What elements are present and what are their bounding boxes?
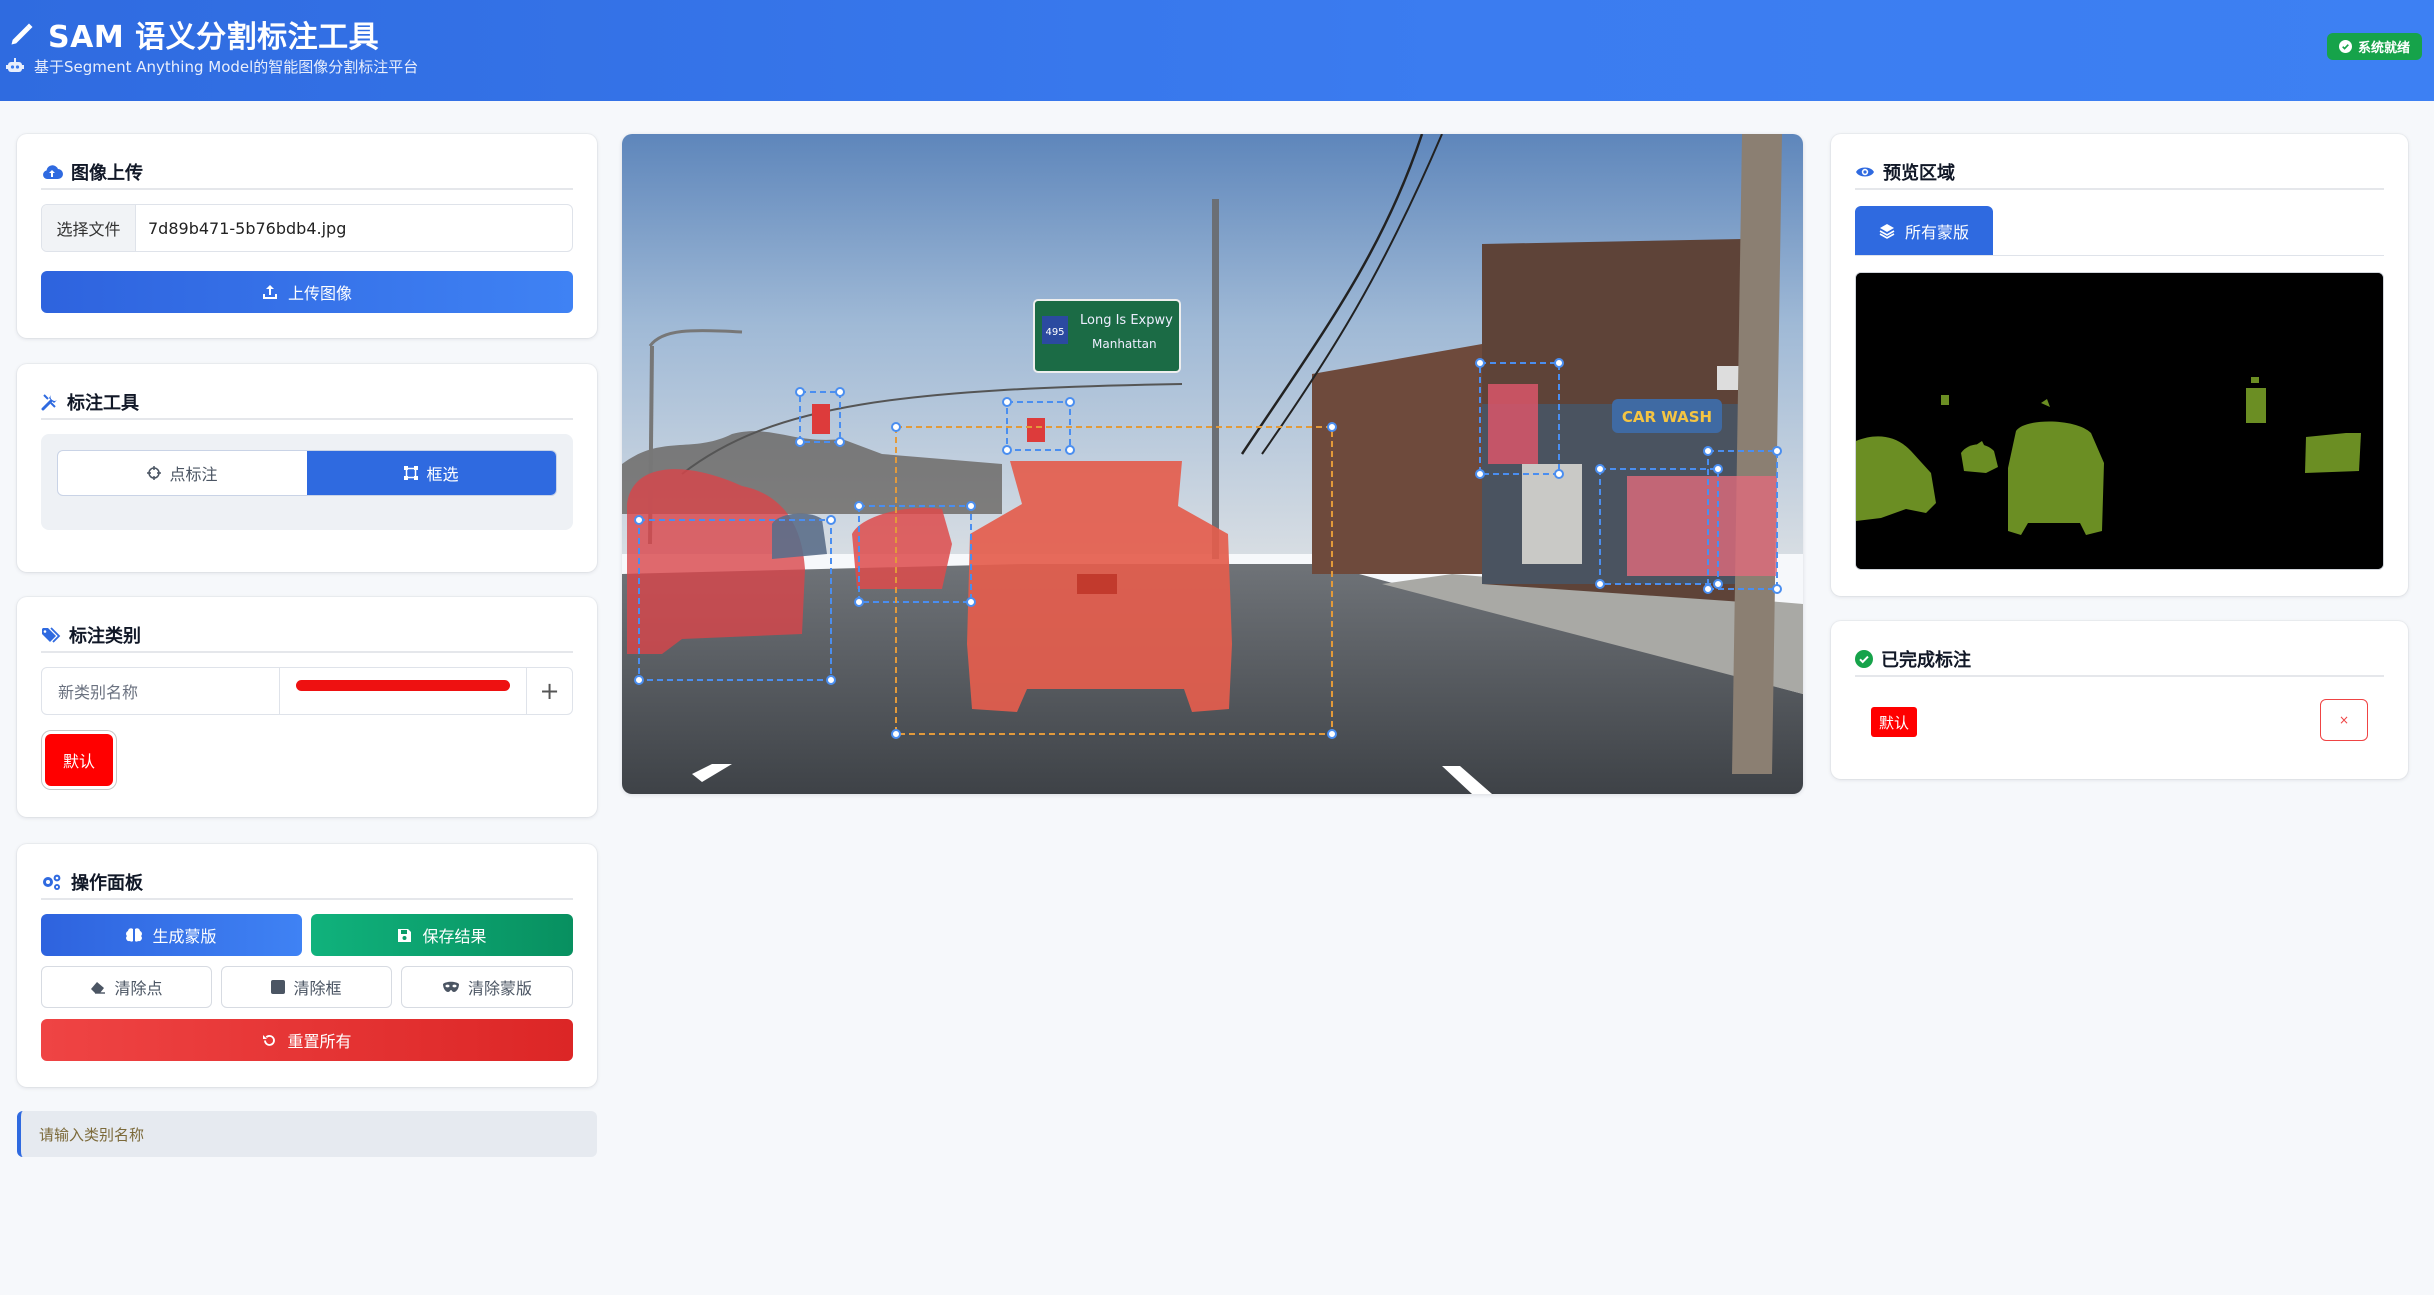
add-category-button[interactable]: + (526, 668, 572, 714)
dumpster-mask (1627, 476, 1777, 576)
car-wash-sign-text: CAR WASH (1622, 408, 1712, 426)
completed-title-text: 已完成标注 (1881, 650, 1971, 671)
app-header: SAM 语义分割标注工具 基于Segment Anything Model的智能… (0, 0, 2434, 101)
tools-icon (41, 393, 59, 411)
point-tool-button[interactable]: 点标注 (58, 451, 307, 495)
mask-preview-image (1856, 273, 2383, 569)
status-text: 系统就绪 (2357, 41, 2410, 56)
clear-points-button[interactable]: 清除点 (41, 966, 212, 1008)
tool-segmented-control: 点标注 框选 (57, 450, 557, 496)
traffic-light-mask-1 (812, 404, 830, 434)
box-tool-button[interactable]: 框选 (307, 451, 556, 495)
app-subtitle: 基于Segment Anything Model的智能图像分割标注平台 (6, 56, 418, 76)
tab-underline (1855, 255, 2384, 256)
hint-message: 请输入类别名称 (17, 1111, 597, 1157)
canvas-scene[interactable]: CAR WASH 495 Long Is Expwy Manhattan (622, 134, 1803, 794)
clear-points-label: 清除点 (114, 979, 163, 998)
category-tag-default[interactable]: 默认 (45, 734, 113, 786)
completed-card-title: 已完成标注 (1855, 643, 2384, 677)
completed-item-tag: 默认 (1871, 707, 1917, 737)
layers-icon (1879, 223, 1895, 239)
upload-image-button[interactable]: 上传图像 (41, 271, 573, 313)
upload-button-label: 上传图像 (287, 284, 352, 303)
garage-door (1522, 464, 1582, 564)
brain-icon (126, 927, 143, 943)
sign-text-line1: Long Is Expwy (1080, 313, 1173, 328)
preview-title-text: 预览区域 (1883, 163, 1955, 184)
save-result-label: 保存结果 (422, 927, 487, 946)
building-left-wall (1312, 344, 1482, 574)
traffic-light-mask-2 (1027, 418, 1045, 442)
file-name-display: 7d89b471-5b76bdb4.jpg (148, 218, 347, 238)
eraser-icon (90, 980, 106, 994)
category-title-text: 标注类别 (69, 626, 141, 647)
tab-all-masks-label: 所有蒙版 (1905, 223, 1970, 242)
tags-icon (41, 627, 61, 643)
cloud-upload-icon (41, 163, 63, 181)
tools-card-title: 标注工具 (41, 386, 573, 420)
mask-icon (442, 981, 460, 993)
completed-card: 已完成标注 默认 × (1831, 621, 2408, 779)
eye-icon (1855, 165, 1875, 179)
signal-pole (1212, 199, 1219, 559)
sign-text-line2: Manhattan (1092, 337, 1157, 351)
choose-file-button[interactable]: 选择文件 (42, 205, 136, 251)
reset-all-button[interactable]: 重置所有 (41, 1019, 573, 1061)
app-title-text: SAM 语义分割标注工具 (48, 20, 380, 55)
app-title: SAM 语义分割标注工具 (8, 14, 380, 55)
point-tool-label: 点标注 (169, 465, 218, 484)
box-tool-label: 框选 (426, 465, 459, 484)
pencil-icon (8, 20, 36, 48)
vector-square-icon (404, 466, 419, 480)
generate-mask-label: 生成蒙版 (152, 927, 217, 946)
clear-boxes-label: 清除框 (293, 979, 342, 998)
reset-all-label: 重置所有 (287, 1032, 352, 1051)
robot-icon (6, 58, 24, 74)
upload-title-text: 图像上传 (71, 163, 143, 184)
clear-boxes-button[interactable]: 清除框 (221, 966, 392, 1008)
tool-selector: 点标注 框选 (41, 434, 573, 530)
file-input[interactable]: 选择文件 7d89b471-5b76bdb4.jpg (41, 204, 573, 252)
route-number: 495 (1045, 327, 1064, 338)
clear-masks-label: 清除蒙版 (467, 979, 532, 998)
completed-item: 默认 × (1855, 699, 2384, 741)
undo-icon (262, 1033, 277, 1048)
tools-card: 标注工具 点标注 框选 (17, 364, 597, 572)
check-circle-icon (2338, 40, 2352, 53)
category-name-input[interactable]: 新类别名称 (42, 668, 280, 714)
category-card: 标注类别 新类别名称 + 默认 (17, 597, 597, 817)
check-circle-icon (1855, 650, 1873, 668)
operations-title-text: 操作面板 (71, 873, 143, 894)
category-color-picker[interactable] (280, 668, 526, 714)
category-card-title: 标注类别 (41, 619, 573, 653)
operations-card: 操作面板 生成蒙版 保存结果 清除点 清除框 清除蒙版 重置所有 (17, 844, 597, 1087)
tools-title-text: 标注工具 (67, 393, 139, 414)
app-subtitle-text: 基于Segment Anything Model的智能图像分割标注平台 (34, 57, 419, 76)
upload-card-title: 图像上传 (41, 156, 573, 190)
operations-card-title: 操作面板 (41, 866, 573, 900)
status-badge: 系统就绪 (2326, 33, 2422, 60)
preview-card: 预览区域 所有蒙版 (1831, 134, 2408, 596)
license-plate (1077, 574, 1117, 594)
square-icon (271, 980, 286, 994)
upload-card: 图像上传 选择文件 7d89b471-5b76bdb4.jpg 上传图像 (17, 134, 597, 338)
mask-preview (1855, 272, 2384, 570)
save-result-button[interactable]: 保存结果 (311, 914, 573, 956)
upload-icon (262, 284, 278, 300)
new-category-row: 新类别名称 + (41, 667, 573, 715)
clear-masks-button[interactable]: 清除蒙版 (401, 966, 573, 1008)
save-icon (397, 928, 412, 943)
crosshair-icon (147, 466, 162, 480)
building-sign-mask (1488, 384, 1538, 464)
tab-all-masks[interactable]: 所有蒙版 (1855, 206, 1994, 256)
delete-annotation-button[interactable]: × (2320, 699, 2368, 741)
preview-card-title: 预览区域 (1855, 156, 2384, 190)
color-swatch-bar (296, 680, 510, 691)
annotation-canvas[interactable]: CAR WASH 495 Long Is Expwy Manhattan (622, 134, 1803, 794)
cogs-icon (41, 873, 63, 891)
generate-mask-button[interactable]: 生成蒙版 (41, 914, 302, 956)
